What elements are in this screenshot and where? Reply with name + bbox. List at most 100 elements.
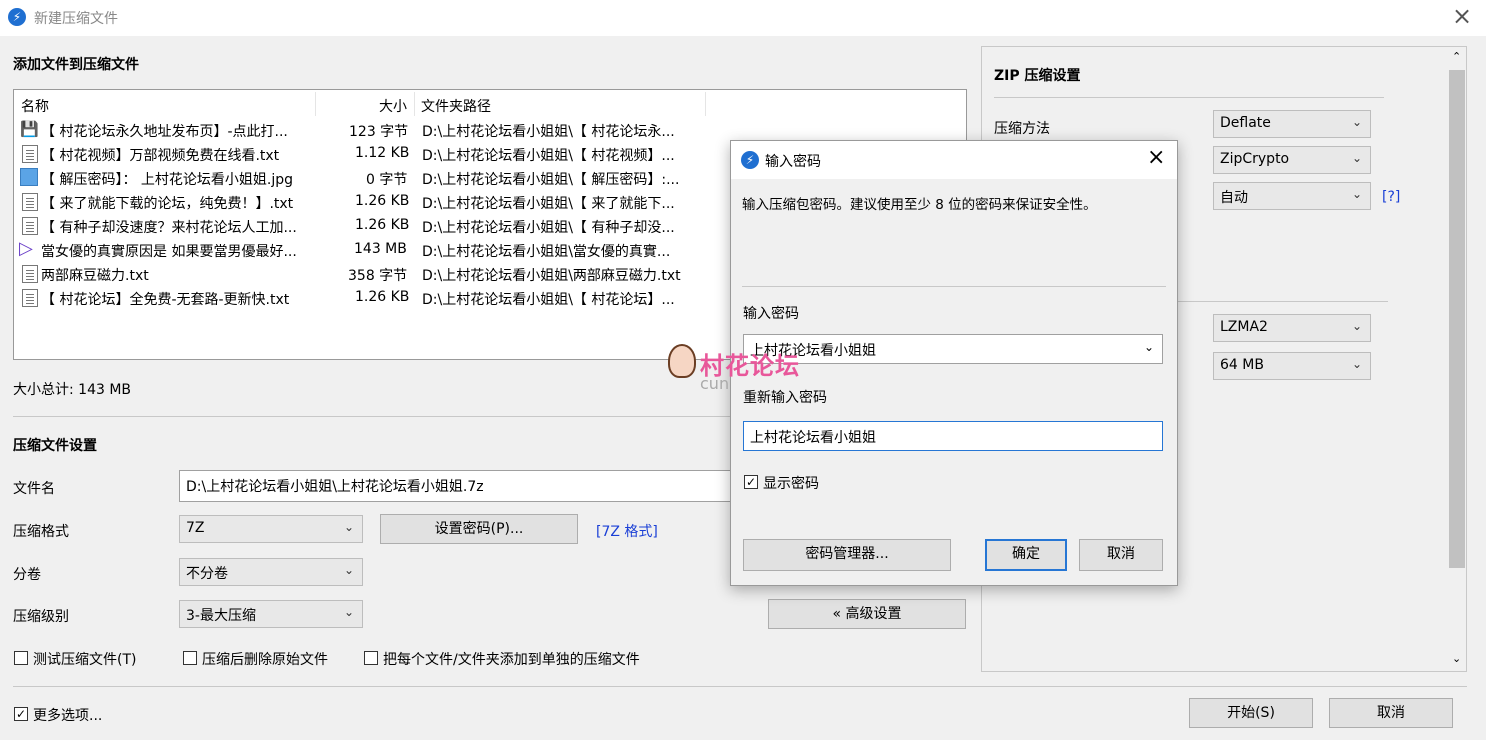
file-size: 143 MB (354, 241, 407, 257)
split-select[interactable]: 不分卷 ⌄ (179, 558, 363, 586)
file-path: D:\上村花论坛看小姐姐\【 村花论坛】... (422, 292, 675, 308)
file-name: 【 有种子却没速度？来村花论坛人工加... (41, 220, 297, 236)
text-file-icon (22, 289, 38, 307)
separate-archives-label[interactable]: 把每个文件/文件夹添加到单独的压缩文件 (383, 649, 640, 669)
column-header-name[interactable]: 名称 (21, 96, 49, 116)
dictionary-select[interactable]: 64 MB ⌄ (1213, 352, 1371, 380)
zip-settings-title: ZIP 压缩设置 (994, 68, 1081, 84)
password-manager-button[interactable]: 密码管理器... (743, 539, 951, 571)
scroll-up-icon[interactable]: ⌃ (1452, 50, 1461, 63)
more-options-label[interactable]: 更多选项... (33, 705, 102, 725)
dialog-cancel-button[interactable]: 取消 (1079, 539, 1163, 571)
file-size: 123 字节 (349, 124, 409, 140)
file-size: 1.26 KB (355, 289, 410, 305)
chevron-down-icon: ⌄ (1351, 187, 1362, 201)
filename-input[interactable]: D:\上村花论坛看小姐姐\上村花论坛看小姐姐.7z (179, 470, 739, 502)
column-separator (414, 92, 415, 116)
scroll-down-icon[interactable]: ⌄ (1452, 652, 1461, 665)
encryption-select[interactable]: ZipCrypto ⌄ (1213, 146, 1371, 174)
avatar (668, 344, 696, 378)
floppy-icon: 💾 (20, 120, 39, 138)
dialog-title-bar: ⚡ 输入密码 × (731, 141, 1177, 179)
size-total: 大小总计: 143 MB (13, 382, 132, 398)
file-path: D:\上村花论坛看小姐姐\【 村花视频】... (422, 148, 675, 164)
level-select[interactable]: 3-最大压缩 ⌄ (179, 600, 363, 628)
delete-after-checkbox[interactable] (183, 651, 197, 665)
file-path: D:\上村花论坛看小姐姐\【 来了就能下... (422, 196, 675, 212)
format-help-link[interactable]: [7Z 格式] (596, 521, 658, 541)
file-size: 1.26 KB (355, 193, 410, 209)
encoding-value: 自动 (1220, 190, 1248, 206)
help-link[interactable]: [?] (1382, 189, 1400, 205)
show-password-checkbox[interactable]: ✓ (744, 475, 758, 489)
column-header-size[interactable]: 大小 (379, 96, 407, 116)
text-file-icon (22, 193, 38, 211)
column-separator (315, 92, 316, 116)
files-section-title: 添加文件到压缩文件 (13, 57, 139, 73)
format-value: 7Z (186, 520, 205, 536)
cancel-button[interactable]: 取消 (1329, 698, 1453, 728)
file-size: 0 字节 (366, 172, 408, 188)
format-select[interactable]: 7Z ⌄ (179, 515, 363, 543)
method-value: Deflate (1220, 115, 1271, 131)
chevron-down-icon: ⌄ (1351, 151, 1362, 165)
show-password-label[interactable]: 显示密码 (763, 473, 819, 493)
file-path: D:\上村花论坛看小姐姐\【 有种子却没... (422, 220, 675, 236)
lzma-select[interactable]: LZMA2 ⌄ (1213, 314, 1371, 342)
file-name: 【 解压密码】： 上村花论坛看小姐姐.jpg (41, 172, 294, 188)
encoding-select[interactable]: 自动 ⌄ (1213, 182, 1371, 210)
column-separator (705, 92, 706, 116)
test-archive-label[interactable]: 测试压缩文件(T) (33, 649, 136, 669)
chevron-down-icon: ⌄ (343, 520, 354, 534)
window-title: 新建压缩文件 (34, 11, 118, 27)
method-label: 压缩方法 (994, 121, 1050, 137)
file-size: 1.26 KB (355, 217, 410, 233)
level-value: 3-最大压缩 (186, 608, 256, 624)
dialog-description: 输入压缩包密码。建议使用至少 8 位的密码来保证安全性。 (742, 197, 1097, 213)
chevron-down-icon: ⌄ (343, 563, 354, 577)
file-name: 【 村花论坛永久地址发布页】-点此打... (41, 124, 288, 140)
text-file-icon (22, 145, 38, 163)
divider (742, 286, 1166, 287)
title-bar: ⚡ 新建压缩文件 × (0, 0, 1486, 36)
column-header-path[interactable]: 文件夹路径 (421, 96, 491, 116)
separate-archives-checkbox[interactable] (364, 651, 378, 665)
filename-label: 文件名 (13, 481, 55, 497)
text-file-icon (22, 217, 38, 235)
file-path: D:\上村花论坛看小姐姐\當女優的真實... (422, 244, 671, 260)
scrollbar-thumb[interactable] (1449, 70, 1465, 568)
watermark-subtext: cun (700, 374, 730, 393)
image-file-icon (20, 168, 38, 186)
file-name: 【 来了就能下载的论坛，纯免费！】.txt (41, 196, 294, 212)
file-path: D:\上村花论坛看小姐姐\【 村花论坛永... (422, 124, 675, 140)
format-label: 压缩格式 (13, 524, 69, 540)
table-row[interactable]: 💾 【 村花论坛永久地址发布页】-点此打... 123 字节 D:\上村花论坛看… (14, 118, 966, 142)
file-name: 當女優的真實原因是 如果要當男優最好... (41, 244, 297, 260)
video-file-icon: ▷ (19, 238, 33, 259)
more-options-checkbox[interactable]: ✓ (14, 707, 28, 721)
confirm-password-input[interactable]: 上村花论坛看小姐姐 (743, 421, 1163, 451)
dialog-title: 输入密码 (765, 154, 821, 170)
dictionary-value: 64 MB (1220, 357, 1264, 373)
chevron-down-icon: ⌄ (1351, 357, 1362, 371)
delete-after-label[interactable]: 压缩后删除原始文件 (202, 649, 328, 669)
test-archive-checkbox[interactable] (14, 651, 28, 665)
file-size: 358 字节 (348, 268, 408, 284)
start-button[interactable]: 开始(S) (1189, 698, 1313, 728)
method-select[interactable]: Deflate ⌄ (1213, 110, 1371, 138)
file-name: 【 村花论坛】全免费-无套路-更新快.txt (41, 292, 290, 308)
close-icon[interactable]: × (1452, 2, 1472, 30)
file-size: 1.12 KB (355, 145, 410, 161)
split-value: 不分卷 (186, 566, 228, 582)
split-label: 分卷 (13, 567, 41, 583)
ok-button[interactable]: 确定 (985, 539, 1067, 571)
close-icon[interactable]: × (1147, 145, 1165, 170)
file-name: 【 村花视频】万部视频免费在线看.txt (41, 148, 280, 164)
watermark-logo: 村花论坛 cun (668, 344, 828, 400)
advanced-settings-button[interactable]: « 高级设置 (768, 599, 966, 629)
chevron-down-icon: ⌄ (1143, 340, 1154, 354)
set-password-button[interactable]: 设置密码(P)... (380, 514, 578, 544)
text-file-icon (22, 265, 38, 283)
chevron-down-icon: ⌄ (1351, 319, 1362, 333)
lzma-value: LZMA2 (1220, 319, 1268, 335)
